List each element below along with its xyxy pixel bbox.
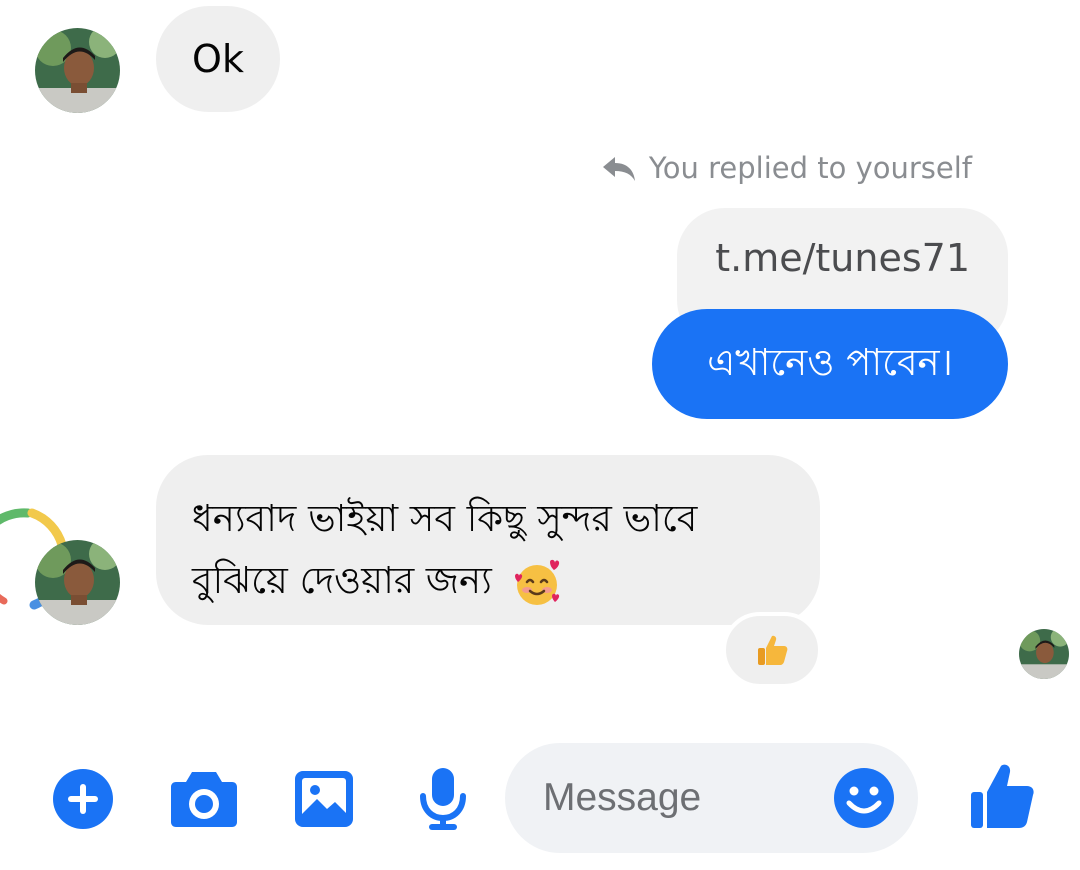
chat-screen: Ok You replied to yourself t.me/tunes71 … [0, 0, 1080, 870]
image-icon [295, 771, 353, 827]
reply-indicator: You replied to yourself [601, 148, 972, 188]
thumbs-up-icon [758, 635, 788, 665]
incoming-message-bubble[interactable]: Ok [156, 6, 280, 112]
outgoing-message-bubble[interactable]: এখানেও পাবেন। [652, 309, 1008, 419]
like-icon [971, 764, 1034, 828]
like-button[interactable] [966, 760, 1038, 832]
contact-avatar[interactable] [35, 28, 120, 113]
message-text: এখানেও পাবেন। [707, 340, 953, 384]
message-text-line: ধন্যবাদ ভাইয়া সব কিছু সুন্দর ভাবে [192, 497, 698, 540]
reply-icon [602, 157, 635, 181]
message-text: বুঝিয়ে দেওয়ার জন্য [192, 559, 492, 602]
message-text: Ok [192, 37, 244, 81]
message-text-line: বুঝিয়ে দেওয়ার জন্য [192, 550, 790, 612]
emoji-icon [834, 768, 894, 828]
message-input-container [505, 743, 918, 853]
microphone-icon [420, 768, 466, 830]
camera-icon [171, 772, 237, 827]
voice-button[interactable] [414, 764, 472, 834]
emoji-button[interactable] [833, 767, 895, 829]
gallery-button[interactable] [290, 766, 358, 832]
message-input[interactable] [541, 775, 825, 821]
reaction-badge[interactable] [722, 612, 822, 688]
incoming-message-bubble[interactable]: ধন্যবাদ ভাইয়া সব কিছু সুন্দর ভাবে বুঝিয… [156, 455, 820, 625]
plus-icon [53, 769, 113, 829]
reply-label: You replied to yourself [648, 151, 972, 185]
quoted-text: t.me/tunes71 [715, 236, 970, 280]
smiling-face-with-hearts-icon [514, 559, 559, 605]
plus-button[interactable] [50, 766, 116, 832]
contact-avatar[interactable] [35, 540, 120, 625]
camera-button[interactable] [168, 766, 240, 832]
seen-avatar [1019, 629, 1069, 679]
